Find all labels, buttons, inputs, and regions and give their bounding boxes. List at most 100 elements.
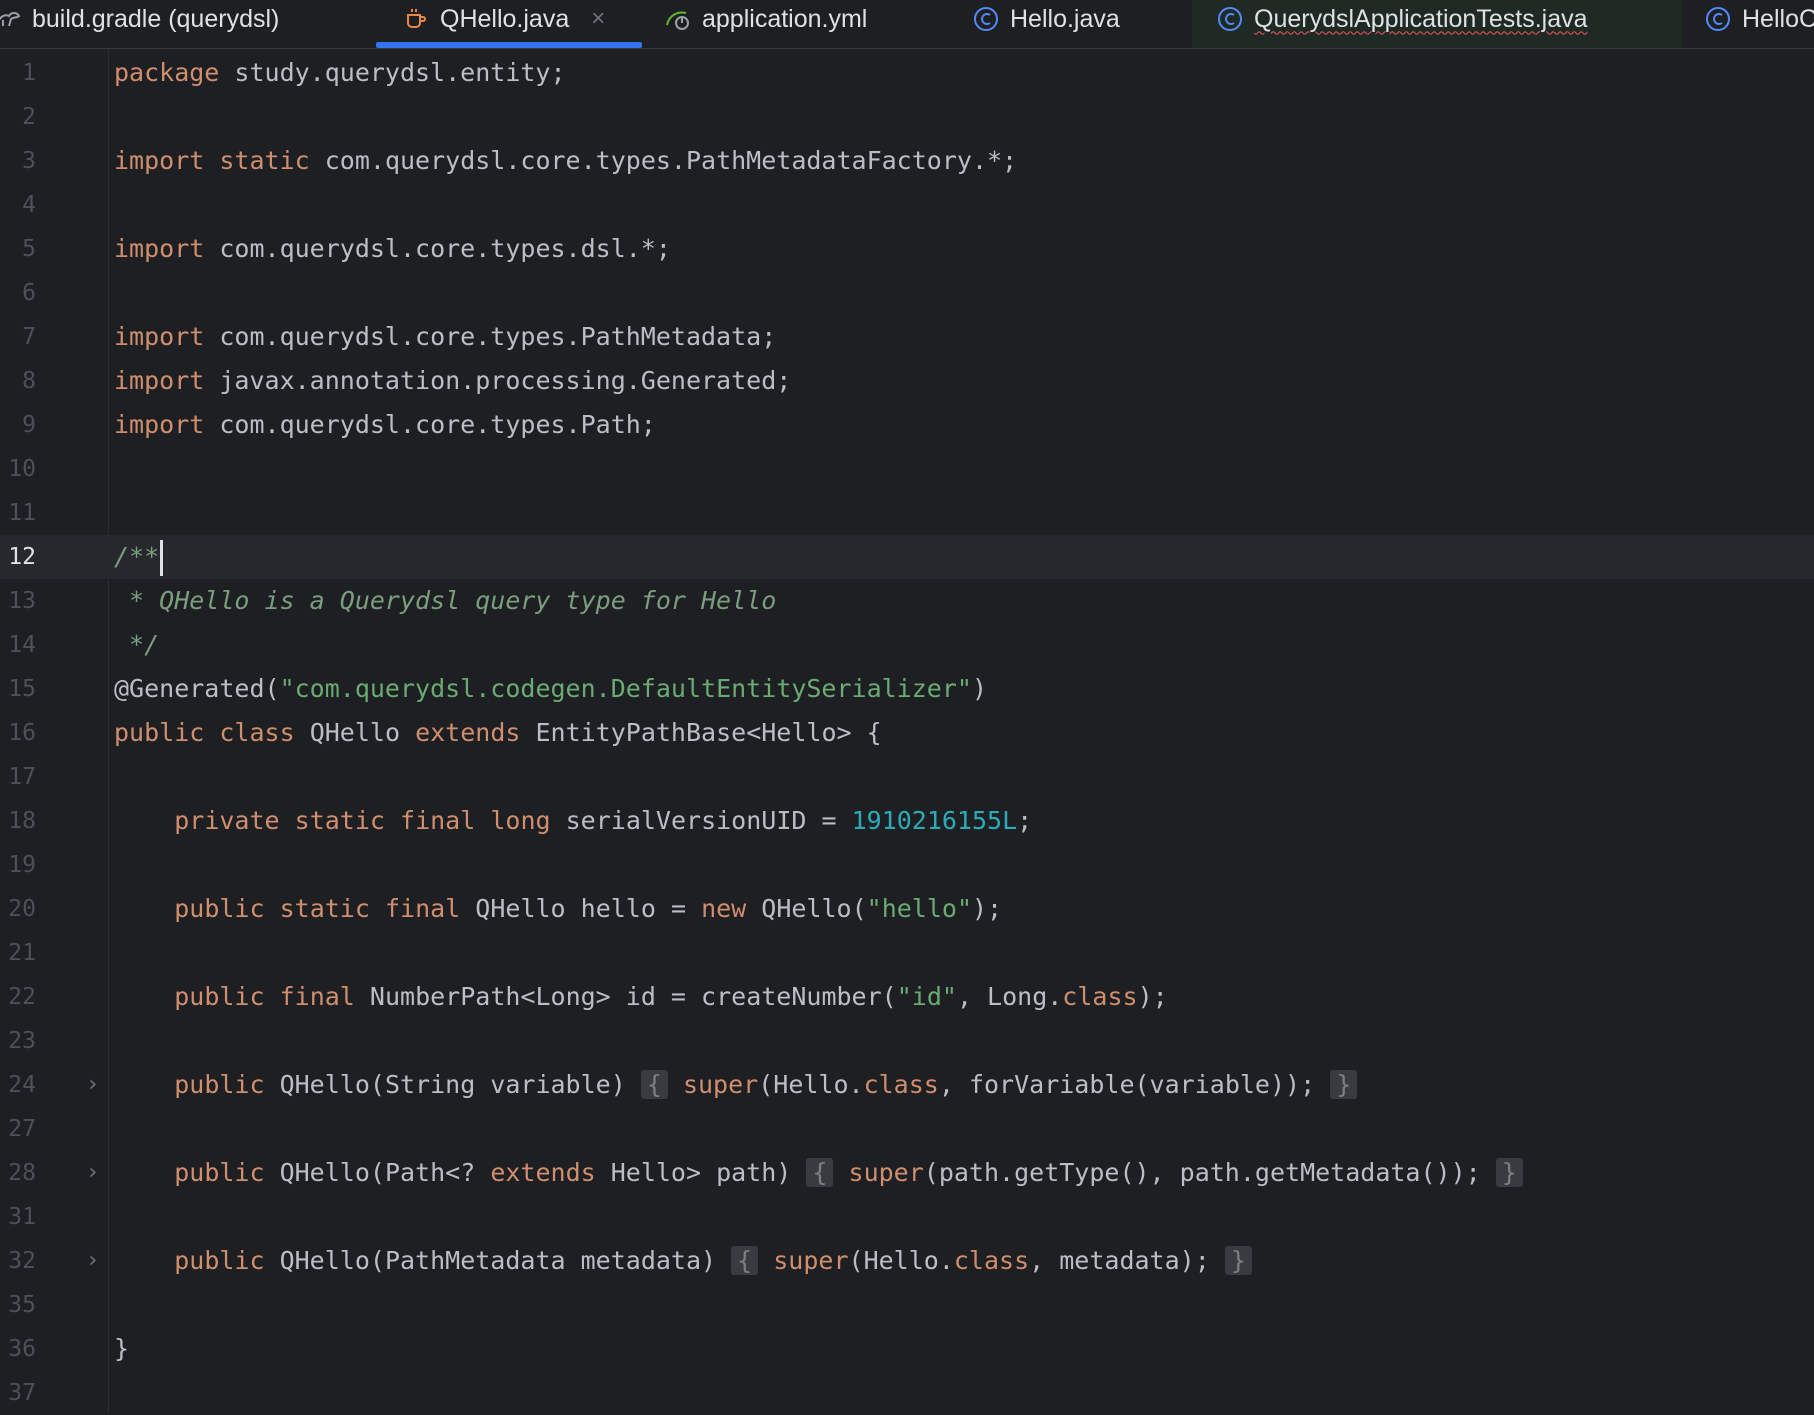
code-token: ; [1017,806,1033,835]
code-line[interactable]: 23 [0,1019,1814,1063]
code-text[interactable]: package study.querydsl.entity; [114,51,566,95]
code-text[interactable]: private static final long serialVersionU… [114,799,1032,843]
line-number: 36 [8,1336,36,1362]
code-token: , forVariable(variable)); [938,1070,1331,1099]
code-line[interactable]: 2 [0,95,1814,139]
code-line[interactable]: 11 [0,491,1814,535]
folded-code-brace[interactable]: { [640,1070,668,1099]
gradle-icon [0,5,22,33]
folded-code-brace[interactable]: } [1495,1158,1523,1187]
fold-expand-icon[interactable]: › [86,1151,99,1195]
code-token: (Hello. [848,1246,954,1275]
line-number: 20 [8,896,36,922]
code-text[interactable]: public QHello(String variable) { super(H… [114,1063,1358,1107]
code-text[interactable]: public class QHello extends EntityPathBa… [114,711,882,755]
folded-code-brace[interactable]: { [806,1158,834,1187]
code-line[interactable]: 1 package study.querydsl.entity; [0,51,1814,95]
code-line[interactable]: 28 › public QHello(Path<? extends Hello> … [0,1151,1814,1195]
code-line[interactable]: 3 import static com.querydsl.core.types.P… [0,139,1814,183]
line-number: 3 [22,148,36,174]
code-token: long [490,806,551,835]
line-number: 4 [22,192,36,218]
code-text[interactable]: public final NumberPath<Long> id = creat… [114,975,1168,1019]
code-token: ); [1137,982,1168,1011]
code-text[interactable]: @Generated("com.querydsl.codegen.Default… [114,667,987,711]
code-text[interactable]: /** [114,535,164,579]
code-token: study.querydsl.entity; [219,58,566,87]
line-number: 35 [8,1292,36,1318]
code-line[interactable]: 21 [0,931,1814,975]
tab-application-yml[interactable]: application.yml [664,0,867,48]
code-text[interactable]: import static com.querydsl.core.types.Pa… [114,139,1017,183]
editor-tab-bar: build.gradle (querydsl) QHello.java × ap… [0,0,1814,49]
folded-code-brace[interactable]: { [731,1246,759,1275]
java-file-icon [402,5,430,33]
tab-qhello-java[interactable]: QHello.java × [376,0,642,48]
line-number: 15 [8,676,36,702]
line-number: 13 [8,588,36,614]
java-class-icon [972,5,1000,33]
code-text[interactable]: public QHello(PathMetadata metadata) { s… [114,1239,1252,1283]
tab-helloc[interactable]: HelloC [1704,0,1814,48]
code-line[interactable]: 35 [0,1283,1814,1327]
code-token: extends [490,1158,596,1187]
code-token: class [953,1246,1030,1275]
code-line[interactable]: 17 [0,755,1814,799]
code-line[interactable]: 19 [0,843,1814,887]
code-text[interactable]: import com.querydsl.core.types.Path; [114,403,656,447]
code-line[interactable]: 4 [0,183,1814,227]
code-line[interactable]: 7 import com.querydsl.core.types.PathMeta… [0,315,1814,359]
code-text[interactable]: import com.querydsl.core.types.PathMetad… [114,315,776,359]
line-number: 7 [22,324,36,350]
code-line[interactable]: 24 › public QHello(String variable) { sup… [0,1063,1814,1107]
code-line[interactable]: 14 */ [0,623,1814,667]
code-line[interactable]: 32 › public QHello(PathMetadata metadata)… [0,1239,1814,1283]
code-line[interactable]: 13 * QHello is a Querydsl query type for… [0,579,1814,623]
code-line[interactable]: 15 @Generated("com.querydsl.codegen.Defau… [0,667,1814,711]
tab-hello-java[interactable]: Hello.java [972,0,1120,48]
code-line[interactable]: 37 [0,1371,1814,1415]
code-text[interactable]: public QHello(Path<? extends Hello> path… [114,1151,1523,1195]
code-token: */ [114,630,160,659]
close-icon[interactable]: × [591,5,605,33]
code-text[interactable]: */ [114,623,159,667]
code-token: static [279,894,370,923]
folded-code-brace[interactable]: } [1330,1070,1358,1099]
code-line[interactable]: 10 [0,447,1814,491]
code-line[interactable]: 12 /** [0,535,1814,579]
folded-code-brace[interactable]: } [1224,1246,1252,1275]
code-line[interactable]: 9 import com.querydsl.core.types.Path; [0,403,1814,447]
code-line[interactable]: 6 [0,271,1814,315]
code-token: super [848,1158,924,1187]
line-number: 24 [8,1072,36,1098]
code-line[interactable]: 36} [0,1327,1814,1371]
code-text[interactable]: import com.querydsl.core.types.dsl.*; [114,227,671,271]
code-text[interactable]: import javax.annotation.processing.Gener… [114,359,791,403]
code-token: new [701,894,747,923]
code-text[interactable]: public static final QHello hello = new Q… [114,887,1002,931]
text-caret [160,540,164,576]
code-text[interactable]: * QHello is a Querydsl query type for He… [114,579,776,623]
line-number: 12 [8,544,36,570]
tab-build-gradle[interactable]: build.gradle (querydsl) [0,0,279,48]
code-line[interactable]: 31 [0,1195,1814,1239]
fold-expand-icon[interactable]: › [86,1063,99,1107]
code-editor[interactable]: 1 package study.querydsl.entity; 2 3 import … [0,49,1814,1414]
code-token: (path.getType(), path.getMetadata()); [923,1158,1496,1187]
code-line[interactable]: 18 private static final long serialVersi… [0,799,1814,843]
tab-querydsl-application-tests[interactable]: QuerydslApplicationTests.java [1192,0,1682,48]
code-line[interactable]: 22 public final NumberPath<Long> id = cr… [0,975,1814,1019]
code-text[interactable]: } [114,1327,129,1371]
fold-expand-icon[interactable]: › [86,1239,99,1283]
code-line[interactable]: 20 public static final QHello hello = ne… [0,887,1814,931]
code-line[interactable]: 16 public class QHello extends EntityPath… [0,711,1814,755]
code-line[interactable]: 8 import javax.annotation.processing.Gene… [0,359,1814,403]
code-line[interactable]: 27 [0,1107,1814,1151]
code-line[interactable]: 5 import com.querydsl.core.types.dsl.*; [0,227,1814,271]
